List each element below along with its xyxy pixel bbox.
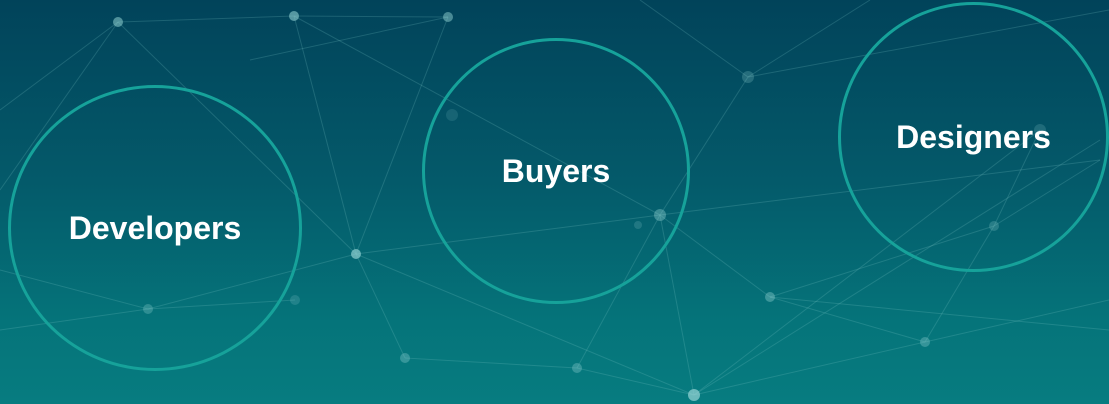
designers-circle[interactable]: Designers <box>838 2 1109 272</box>
buyers-label: Buyers <box>501 152 611 189</box>
developers-circle[interactable]: Developers <box>8 85 302 371</box>
buyers-circle[interactable]: Buyers <box>422 38 690 304</box>
designers-label: Designers <box>896 118 1051 155</box>
hero-banner: Developers Buyers Designers <box>0 0 1109 404</box>
developers-label: Developers <box>68 209 242 246</box>
